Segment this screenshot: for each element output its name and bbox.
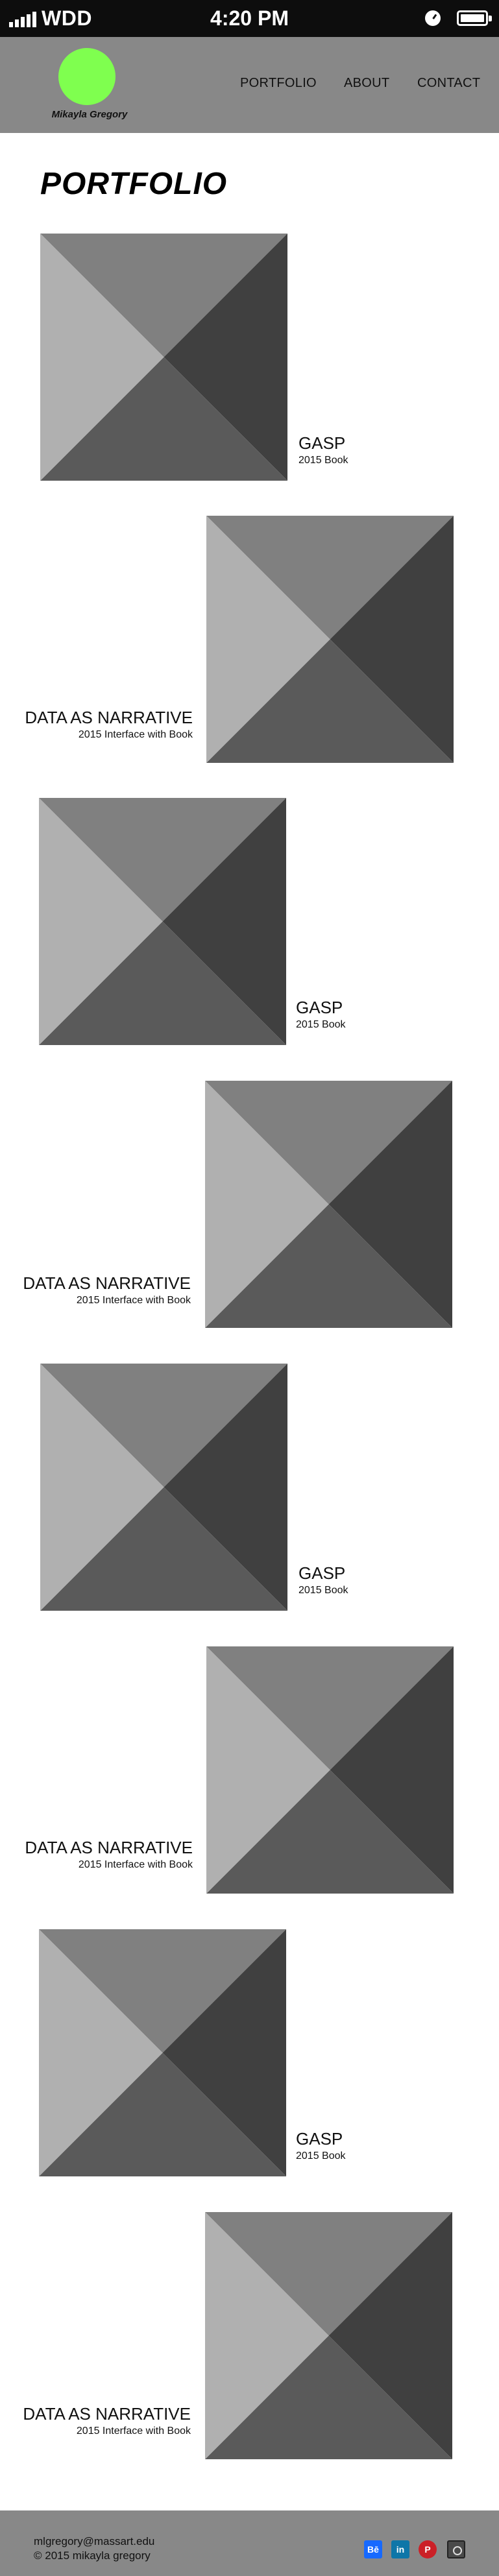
portfolio-thumbnail[interactable] [206,516,454,763]
alarm-icon [425,10,441,26]
battery-icon [457,10,492,26]
linkedin-icon[interactable]: in [391,2540,409,2558]
portfolio-title[interactable]: GASP [296,998,346,1018]
image-placeholder-icon [205,2212,452,2459]
portfolio-caption: GASP 2015 Book [296,2129,346,2162]
portfolio-caption: DATA AS NARRATIVE 2015 Interface with Bo… [23,1273,191,1306]
instagram-icon[interactable] [447,2540,465,2558]
portfolio-subtitle: 2015 Interface with Book [76,2426,191,2437]
portfolio-title[interactable]: DATA AS NARRATIVE [25,708,193,728]
portfolio-caption: GASP 2015 Book [298,1563,348,1596]
portfolio-thumbnail[interactable] [39,798,286,1045]
nav-contact[interactable]: CONTACT [417,76,480,91]
portfolio-caption: DATA AS NARRATIVE 2015 Interface with Bo… [25,708,193,741]
portfolio-title[interactable]: GASP [296,2129,346,2149]
portfolio-title[interactable]: DATA AS NARRATIVE [23,1273,191,1294]
portfolio-subtitle: 2015 Book [298,455,348,466]
portfolio-thumbnail[interactable] [205,1081,452,1328]
portfolio-caption: DATA AS NARRATIVE 2015 Interface with Bo… [25,1838,193,1871]
portfolio-thumbnail[interactable] [40,1364,287,1611]
portfolio-title[interactable]: DATA AS NARRATIVE [25,1838,193,1858]
nav-about[interactable]: ABOUT [344,76,389,91]
image-placeholder-icon [39,798,286,1045]
portfolio-subtitle: 2015 Interface with Book [76,1295,191,1306]
footer-email[interactable]: mlgregory@massart.edu [34,2535,154,2548]
site-footer: mlgregory@massart.edu © 2015 mikayla gre… [0,2510,499,2576]
image-placeholder-icon [40,234,287,481]
image-placeholder-icon [206,516,454,763]
site-header: Mikayla Gregory PORTFOLIO ABOUT CONTACT [0,37,499,133]
image-placeholder-icon [205,1081,452,1328]
portfolio-subtitle: 2015 Interface with Book [78,1859,193,1870]
portfolio-subtitle: 2015 Book [296,2150,346,2161]
image-placeholder-icon [39,1929,286,2176]
portfolio-subtitle: 2015 Interface with Book [78,729,193,740]
portfolio-thumbnail[interactable] [40,234,287,481]
portfolio-thumbnail[interactable] [205,2212,452,2459]
image-placeholder-icon [206,1646,454,1894]
status-bar: WDD 4:20 PM [0,0,499,37]
portfolio-caption: DATA AS NARRATIVE 2015 Interface with Bo… [23,2404,191,2437]
behance-icon[interactable]: Bē [364,2540,382,2558]
portfolio-thumbnail[interactable] [206,1646,454,1894]
page-title: PORTFOLIO [40,167,228,201]
status-time: 4:20 PM [210,6,289,30]
portfolio-title[interactable]: DATA AS NARRATIVE [23,2404,191,2424]
portfolio-subtitle: 2015 Book [296,1019,346,1030]
nav-portfolio[interactable]: PORTFOLIO [240,76,317,91]
logo-name[interactable]: Mikayla Gregory [44,109,135,120]
logo-circle[interactable] [58,48,116,105]
footer-copyright: © 2015 mikayla gregory [34,2549,151,2562]
portfolio-caption: GASP 2015 Book [298,433,348,466]
image-placeholder-icon [40,1364,287,1611]
portfolio-thumbnail[interactable] [39,1929,286,2176]
portfolio-subtitle: 2015 Book [298,1585,348,1596]
portfolio-title[interactable]: GASP [298,1563,348,1583]
portfolio-title[interactable]: GASP [298,433,348,453]
pinterest-icon[interactable]: P [419,2540,437,2558]
portfolio-caption: GASP 2015 Book [296,998,346,1031]
